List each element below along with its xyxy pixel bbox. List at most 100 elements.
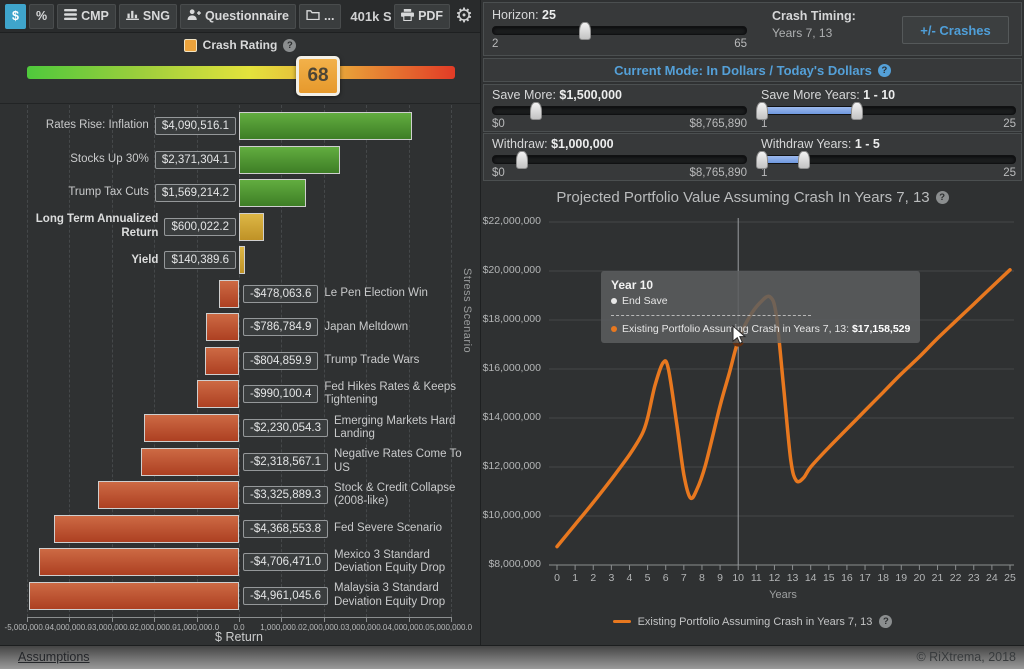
sng-button[interactable]: SNG	[119, 4, 177, 29]
horizon-max: 65	[734, 38, 747, 50]
withdraw-slider-handle[interactable]	[516, 151, 528, 169]
dollar-mode-button[interactable]: $	[5, 4, 26, 29]
questionnaire-button[interactable]: Questionnaire	[180, 4, 296, 29]
crash-timing-value: Years 7, 13	[772, 26, 856, 40]
stress-value: -$4,706,471.0	[243, 553, 328, 571]
stress-bar[interactable]	[239, 246, 245, 274]
stress-bar[interactable]	[197, 380, 239, 408]
stress-bar[interactable]	[239, 112, 412, 140]
withdraw-slider-track[interactable]	[492, 155, 747, 164]
crash-rating-swatch	[184, 39, 197, 52]
stress-bar[interactable]	[205, 347, 239, 375]
more-label: ...	[324, 9, 334, 23]
projection-x-tick-label: 5	[645, 572, 651, 584]
projection-chart-help-icon[interactable]: ?	[936, 191, 949, 204]
cmp-button[interactable]: CMP	[57, 4, 116, 29]
stress-bar[interactable]	[239, 146, 340, 174]
stress-tick	[324, 617, 325, 622]
horizon-value: 25	[542, 8, 556, 22]
stress-value: $1,569,214.2	[155, 184, 236, 202]
mode-banner[interactable]: Current Mode: In Dollars / Today's Dolla…	[483, 58, 1022, 82]
footer: Assumptions © RiXtrema, 2018	[0, 645, 1024, 669]
legend-line-swatch	[613, 620, 631, 623]
stress-label: Yield	[131, 254, 158, 267]
stress-bar[interactable]	[39, 548, 239, 576]
legend-help-icon[interactable]: ?	[879, 615, 892, 628]
stress-label: Stock & Credit Collapse (2008-like)	[334, 482, 480, 508]
stress-tick-label: -3,000,000.0	[89, 623, 134, 632]
stress-row: Trump Tax Cuts$1,569,214.2	[0, 179, 480, 207]
stress-bar[interactable]	[98, 481, 239, 509]
stress-panel: $ % CMP SNG Questionnaire ... 401k Sampl…	[0, 0, 480, 645]
save-more-years-slider-group: Save More Years: 1 - 10 1 25	[761, 88, 1016, 130]
crash-rating-gauge[interactable]: 68	[27, 66, 455, 79]
projection-y-tick-label: $20,000,000	[481, 264, 541, 276]
stress-bar[interactable]	[239, 179, 306, 207]
app-window: $ % CMP SNG Questionnaire ... 401k Sampl…	[0, 0, 1024, 669]
projection-x-tick-label: 18	[877, 572, 889, 584]
save-more-slider-track[interactable]	[492, 106, 747, 115]
projection-y-tick-label: $10,000,000	[481, 509, 541, 521]
stress-bar[interactable]	[54, 515, 239, 543]
stress-tick-label: 2,000,000.0	[303, 623, 345, 632]
projection-y-tick-label: $22,000,000	[481, 215, 541, 227]
save-more-years-range-fill	[762, 107, 857, 114]
percent-mode-button[interactable]: %	[29, 4, 54, 29]
withdraw-years-start-handle[interactable]	[756, 151, 768, 169]
stress-row-labels: -$2,230,054.3Emerging Markets Hard Landi…	[243, 414, 480, 442]
projection-x-tick-label: 15	[823, 572, 835, 584]
save-more-years-max: 25	[1003, 118, 1016, 130]
save-more-value: $1,500,000	[559, 88, 622, 102]
folder-open-icon	[306, 9, 320, 23]
projection-x-tick-label: 14	[805, 572, 817, 584]
stress-row-labels: -$4,368,553.8Fed Severe Scenario	[243, 515, 442, 543]
mode-help-icon[interactable]: ?	[878, 64, 891, 77]
projection-chart[interactable]: Projected Portfolio Value Assuming Crash…	[481, 185, 1024, 645]
stress-bar[interactable]	[141, 448, 239, 476]
stress-tick	[69, 617, 70, 622]
toolbar: $ % CMP SNG Questionnaire ... 401k Sampl…	[0, 0, 480, 33]
percent-icon: %	[36, 9, 47, 23]
tooltip-bullet	[611, 298, 617, 304]
stress-row-labels: Long Term Annualized Return$600,022.2	[0, 213, 236, 241]
projection-y-tick-label: $12,000,000	[481, 460, 541, 472]
save-more-max: $8,765,890	[689, 118, 747, 130]
portfolio-title: 401k Sample Portfolio 2	[344, 9, 391, 24]
save-more-slider-handle[interactable]	[530, 102, 542, 120]
pdf-button[interactable]: PDF	[394, 4, 450, 29]
horizon-slider-track[interactable]	[492, 26, 747, 35]
save-more-years-end-handle[interactable]	[851, 102, 863, 120]
open-portfolio-button[interactable]: ...	[299, 4, 341, 29]
projection-x-tick-label: 25	[1004, 572, 1016, 584]
save-more-years-start-handle[interactable]	[756, 102, 768, 120]
stress-label: Rates Rise: Inflation	[46, 119, 149, 132]
stress-bar[interactable]	[144, 414, 239, 442]
save-more-years-slider-track[interactable]	[761, 106, 1016, 115]
horizon-slider-group: Horizon: 25 2 65	[492, 8, 747, 50]
stress-row: -$478,063.6Le Pen Election Win	[0, 280, 480, 308]
stress-bar[interactable]	[206, 313, 239, 341]
stress-value: $2,371,304.1	[155, 151, 236, 169]
add-remove-crashes-button[interactable]: +/- Crashes	[902, 16, 1009, 44]
projection-chart-plot[interactable]	[481, 210, 1024, 590]
stress-row-labels: -$786,784.9Japan Meltdown	[243, 313, 408, 341]
stress-bar[interactable]	[239, 213, 264, 241]
projection-x-tick-label: 21	[932, 572, 944, 584]
withdraw-years-slider-track[interactable]	[761, 155, 1016, 164]
crash-rating-help-icon[interactable]: ?	[283, 39, 296, 52]
stress-tick-label: -5,000,000.0	[5, 623, 50, 632]
settings-gear-icon[interactable]: ⚙	[453, 6, 475, 26]
assumptions-link[interactable]: Assumptions	[18, 650, 90, 664]
withdraw-years-end-handle[interactable]	[798, 151, 810, 169]
stress-value: -$804,859.9	[243, 352, 318, 370]
horizon-slider-handle[interactable]	[579, 22, 591, 40]
stress-label: Emerging Markets Hard Landing	[334, 415, 480, 441]
stress-value: -$4,961,045.6	[243, 587, 328, 605]
stress-bar[interactable]	[219, 280, 239, 308]
crash-rating-marker[interactable]: 68	[296, 56, 340, 96]
stress-chart-plot[interactable]: Rates Rise: Inflation$4,090,516.1Stocks …	[0, 105, 480, 617]
stress-row: -$3,325,889.3Stock & Credit Collapse (20…	[0, 481, 480, 509]
projection-legend: Existing Portfolio Assuming Crash in Yea…	[481, 615, 1024, 628]
stress-bar[interactable]	[29, 582, 239, 610]
cmp-label: CMP	[81, 9, 109, 23]
